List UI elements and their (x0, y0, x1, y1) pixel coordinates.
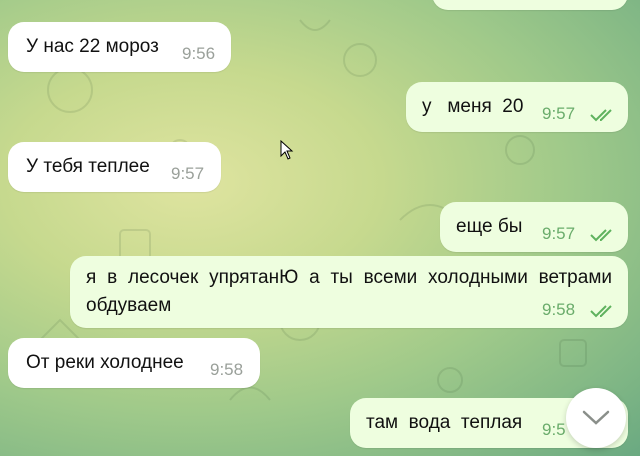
message-outgoing[interactable]: я в лесочек упрятанЮ а ты всеми холодным… (70, 256, 628, 328)
message-list[interactable]: У нас 22 мороз 9:56 у меня 20 9:57 У теб… (0, 0, 640, 456)
scroll-down-button[interactable] (566, 388, 626, 448)
message-time: 9:57 (171, 164, 205, 183)
message-time: 9:58 (542, 300, 576, 319)
double-check-icon (590, 109, 612, 122)
double-check-icon (590, 229, 612, 242)
message-incoming[interactable]: У тебя теплее 9:57 (8, 142, 221, 192)
message-text: у меня 20 (422, 96, 524, 117)
message-text: У тебя теплее (26, 156, 150, 177)
message-incoming[interactable]: У нас 22 мороз 9:56 (8, 22, 231, 72)
message-bubble-partial (432, 0, 628, 10)
message-time: 9:56 (182, 44, 216, 63)
mouse-cursor-icon (280, 140, 294, 160)
chevron-down-icon (582, 410, 610, 425)
message-time: 9:5 (542, 420, 566, 439)
message-text: там вода теплая (366, 412, 523, 433)
message-time: 9:57 (542, 224, 576, 243)
message-outgoing[interactable]: у меня 20 9:57 (406, 82, 628, 132)
message-time: 9:58 (210, 360, 244, 379)
message-outgoing[interactable]: еще бы 9:57 (440, 202, 628, 252)
message-text: У нас 22 мороз (26, 36, 159, 57)
message-text: еще бы (456, 216, 523, 237)
double-check-icon (590, 305, 612, 318)
message-text: От реки холоднее (26, 352, 184, 373)
message-text: я в лесочек упрятанЮ а ты всеми холодным… (86, 267, 612, 316)
message-incoming[interactable]: От реки холоднее 9:58 (8, 338, 260, 388)
message-time: 9:57 (542, 104, 576, 123)
